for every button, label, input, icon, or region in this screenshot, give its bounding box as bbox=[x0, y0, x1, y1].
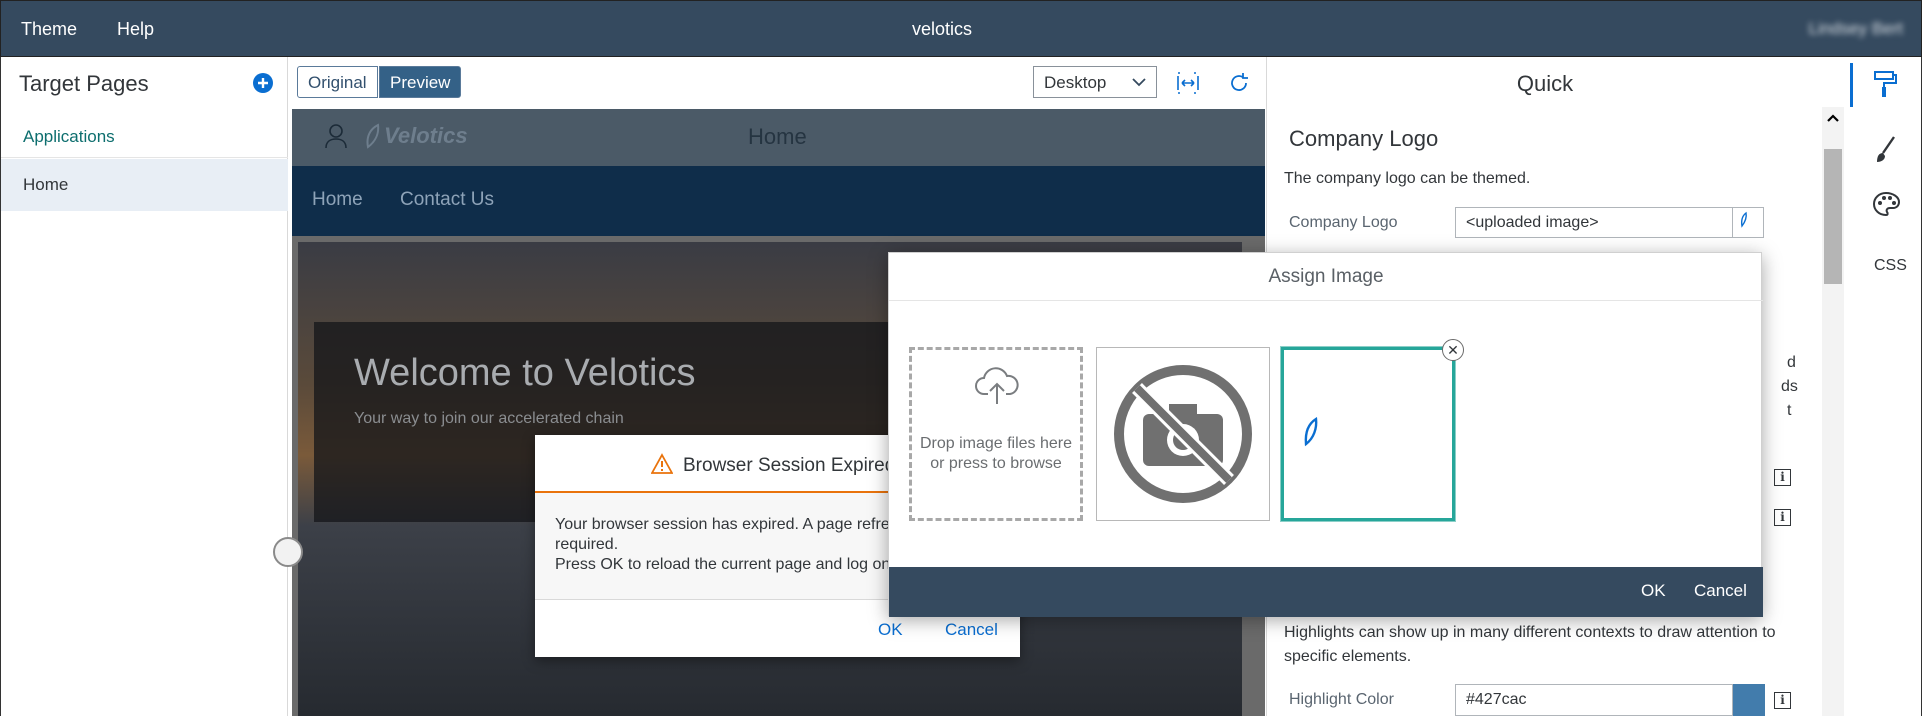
scrollbar[interactable] bbox=[1822, 107, 1844, 716]
resize-handle[interactable] bbox=[273, 537, 303, 567]
fit-width-icon[interactable] bbox=[1175, 70, 1201, 96]
warning-icon bbox=[651, 453, 673, 474]
info-icon[interactable]: i bbox=[1774, 509, 1791, 526]
velotics-leaf-icon bbox=[366, 123, 380, 149]
scrollbar-thumb[interactable] bbox=[1824, 149, 1842, 284]
company-logo-field[interactable]: <uploaded image> bbox=[1455, 207, 1733, 238]
browse-image-button[interactable] bbox=[1732, 207, 1764, 238]
velotics-leaf-icon bbox=[1304, 416, 1318, 447]
css-tab[interactable]: CSS bbox=[1874, 257, 1907, 275]
device-select[interactable]: Desktop bbox=[1033, 66, 1157, 98]
dialog-title: Assign Image bbox=[889, 253, 1763, 301]
section-description: The company logo can be themed. bbox=[1284, 170, 1531, 187]
preview-toolbar: Original Preview Desktop bbox=[288, 57, 1266, 109]
company-logo-label: Company Logo bbox=[1289, 214, 1398, 231]
highlight-color-label: Highlight Color bbox=[1289, 691, 1394, 708]
preview-page-title: Home bbox=[748, 124, 807, 149]
velotics-leaf-icon bbox=[1740, 211, 1747, 228]
panel-title: Quick bbox=[1516, 71, 1574, 96]
sidebar-item-applications[interactable]: Applications bbox=[1, 116, 288, 158]
hero-subtitle: Your way to join our accelerated chain bbox=[354, 410, 624, 427]
preview-nav: Home Contact Us bbox=[292, 166, 1265, 236]
section-title: Company Logo bbox=[1289, 126, 1439, 151]
no-image-option[interactable] bbox=[1096, 347, 1270, 521]
dialog-footer: OK Cancel bbox=[889, 567, 1763, 617]
palette-icon[interactable] bbox=[1872, 191, 1900, 217]
nav-home[interactable]: Home bbox=[312, 189, 363, 211]
paintbrush-icon[interactable] bbox=[1874, 135, 1898, 165]
app-title: velotics bbox=[911, 19, 973, 39]
text-fragment: t bbox=[1787, 402, 1792, 419]
highlight-color-field[interactable]: #427cac bbox=[1455, 684, 1733, 716]
dialog-title: Browser Session Expired bbox=[683, 455, 896, 476]
cloud-upload-icon bbox=[975, 367, 1019, 404]
target-pages-panel: Target Pages Applications Home bbox=[0, 57, 288, 716]
sidebar-item-label: Applications bbox=[23, 127, 115, 146]
no-photo-icon bbox=[1114, 365, 1252, 503]
device-value: Desktop bbox=[1044, 73, 1107, 92]
cancel-button[interactable]: Cancel bbox=[945, 620, 998, 640]
nav-contact-us[interactable]: Contact Us bbox=[400, 189, 494, 211]
chevron-down-icon bbox=[1132, 78, 1146, 87]
user-name[interactable]: Lindsey Bert bbox=[1809, 19, 1904, 39]
user-icon bbox=[325, 124, 347, 149]
upload-hint: Drop image files here or press to browse bbox=[919, 435, 1073, 472]
theming-rail: CSS bbox=[1844, 57, 1922, 716]
text-fragment: ds bbox=[1781, 378, 1798, 395]
preview-toggle[interactable]: Preview bbox=[379, 66, 462, 98]
remove-image-icon[interactable]: ✕ bbox=[1442, 339, 1464, 361]
ok-button[interactable]: OK bbox=[1641, 581, 1666, 601]
uploaded-logo-option[interactable] bbox=[1281, 347, 1455, 521]
add-page-icon[interactable] bbox=[251, 71, 275, 95]
preview-header: Velotics Home bbox=[292, 109, 1265, 166]
highlight-description: Highlights can show up in many different… bbox=[1284, 624, 1776, 665]
hero-title: Welcome to Velotics bbox=[354, 352, 696, 394]
ok-button[interactable]: OK bbox=[878, 620, 903, 640]
info-icon[interactable]: i bbox=[1774, 469, 1791, 486]
sidebar-item-label: Home bbox=[23, 175, 69, 194]
highlight-color-swatch[interactable] bbox=[1733, 684, 1765, 716]
refresh-icon[interactable] bbox=[1226, 70, 1252, 96]
original-toggle[interactable]: Original bbox=[297, 66, 378, 98]
paint-roller-icon[interactable] bbox=[1872, 69, 1898, 99]
shell-bar: Theme Help velotics Lindsey Bert bbox=[0, 0, 1922, 57]
active-indicator bbox=[1850, 63, 1853, 107]
sidebar-item-home[interactable]: Home bbox=[1, 159, 288, 211]
panel-title: Target Pages bbox=[19, 71, 149, 96]
upload-dropzone[interactable]: Drop image files here or press to browse bbox=[909, 347, 1083, 521]
assign-image-dialog: Assign Image Drop image files here or pr… bbox=[888, 252, 1763, 617]
info-icon[interactable]: i bbox=[1774, 692, 1791, 709]
text-fragment: d bbox=[1787, 354, 1796, 371]
preview-logo: Velotics bbox=[384, 123, 468, 148]
cancel-button[interactable]: Cancel bbox=[1694, 581, 1747, 601]
chevron-up-icon[interactable] bbox=[1826, 111, 1840, 125]
